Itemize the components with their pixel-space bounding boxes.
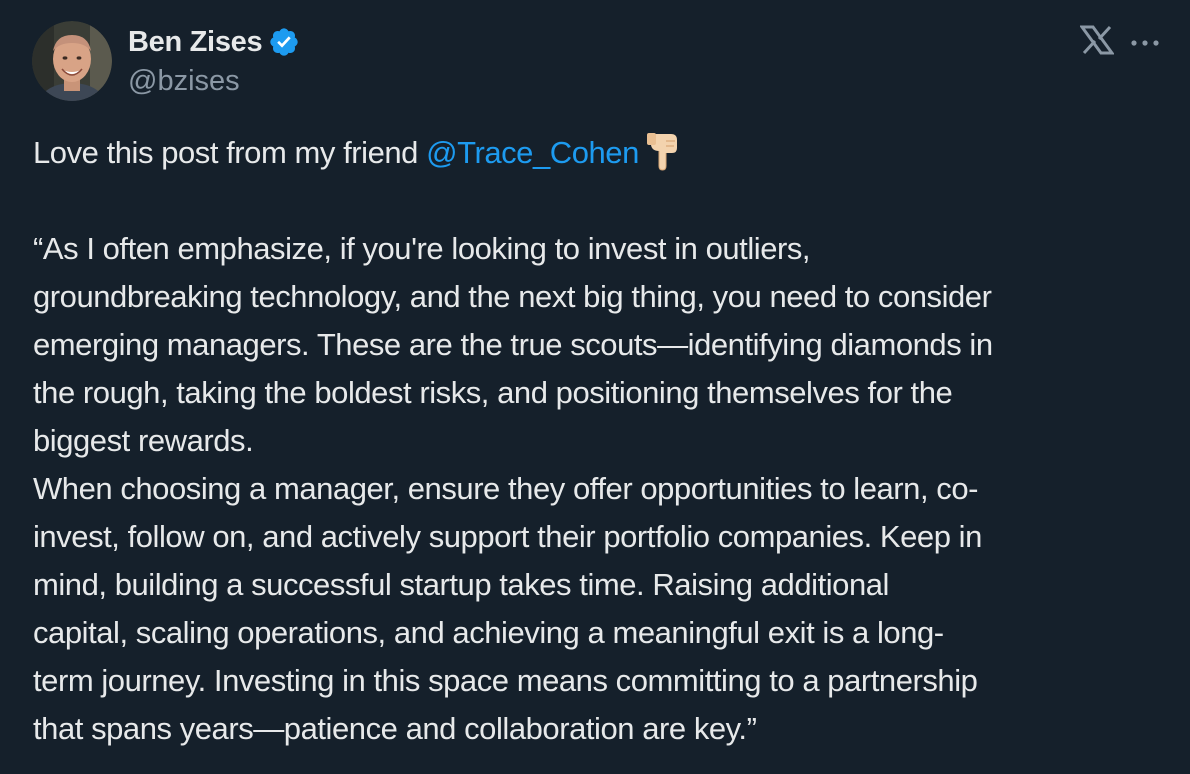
author-display-name[interactable]: Ben Zises bbox=[128, 26, 263, 59]
tweet-card: Ben Zises @bzises Love this post from my… bbox=[0, 0, 1190, 774]
tweet-actions-top bbox=[1079, 24, 1160, 56]
avatar[interactable] bbox=[32, 21, 112, 101]
name-row: Ben Zises bbox=[128, 22, 300, 62]
text-line: “As I often emphasize, if you're looking… bbox=[33, 231, 811, 266]
text-line: biggest rewards. bbox=[33, 423, 254, 458]
tweet-header: Ben Zises @bzises bbox=[32, 20, 300, 102]
verified-badge-icon bbox=[268, 26, 300, 58]
mention-link[interactable]: @Trace_Cohen bbox=[426, 135, 639, 170]
x-logo-icon[interactable] bbox=[1079, 24, 1115, 56]
text-line: that spans years—patience and collaborat… bbox=[33, 711, 757, 746]
backhand-index-pointing-down-emoji bbox=[646, 133, 681, 171]
text-line: term journey. Investing in this space me… bbox=[33, 663, 978, 698]
text-line: emerging managers. These are the true sc… bbox=[33, 327, 993, 362]
more-options-icon[interactable] bbox=[1130, 35, 1160, 46]
text-line: invest, follow on, and actively support … bbox=[33, 519, 982, 554]
author-handle[interactable]: @bzises bbox=[128, 62, 300, 100]
text-line: mind, building a successful startup take… bbox=[33, 567, 889, 602]
text-line: capital, scaling operations, and achievi… bbox=[33, 615, 944, 650]
text-line: the rough, taking the boldest risks, and… bbox=[33, 375, 953, 410]
author-names: Ben Zises @bzises bbox=[128, 22, 300, 100]
intro-text: Love this post from my friend bbox=[33, 135, 427, 170]
text-line: groundbreaking technology, and the next … bbox=[33, 279, 992, 314]
tweet-text: Love this post from my friend @Trace_Coh… bbox=[33, 129, 1168, 753]
intro-line: Love this post from my friend @Trace_Coh… bbox=[33, 129, 1168, 177]
text-line: When choosing a manager, ensure they off… bbox=[33, 471, 979, 506]
